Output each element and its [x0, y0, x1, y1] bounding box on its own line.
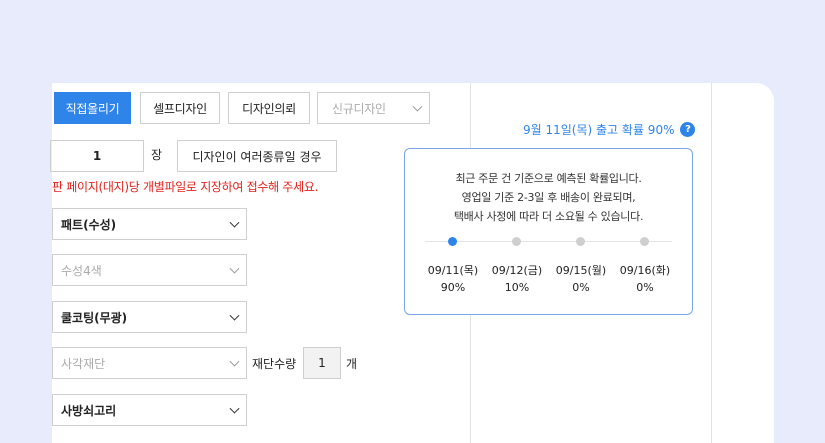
chevron-down-icon [229, 356, 240, 367]
timeline-dot [640, 237, 649, 246]
chevron-down-icon [229, 217, 240, 228]
file-warning: 판 페이지(대지)당 개별파일로 지장하여 접수해 주세요. [52, 180, 319, 194]
chevron-down-icon [229, 310, 240, 321]
timeline-track [425, 241, 672, 242]
timeline-prob: 10% [504, 281, 530, 294]
timeline-date: 09/15(월) [555, 264, 607, 277]
cut-quantity-label: 재단수량 [252, 357, 297, 371]
cutting-value: 사각재단 [61, 356, 106, 371]
divider [711, 83, 712, 443]
tab-design-request[interactable]: 디자인의뢰 [228, 92, 310, 124]
cutting-select[interactable]: 사각재단 [52, 347, 247, 379]
new-design-select[interactable]: 신규디자인 [317, 92, 430, 124]
tab-direct-upload[interactable]: 직접올리기 [54, 92, 131, 124]
timeline-prob: 0% [572, 281, 590, 294]
chevron-down-icon [229, 403, 240, 414]
timeline-date: 09/11(목) [427, 264, 479, 277]
coating-select[interactable]: 쿨코팅(무광) [52, 301, 247, 333]
print-color-value: 수성4색 [61, 263, 102, 278]
material-select[interactable]: 패트(수성) [52, 208, 247, 240]
shipping-text: 9월 11일(목) 출고 확률 90% [523, 123, 675, 137]
grommet-value: 사방쇠고리 [61, 403, 117, 418]
tooltip-line: 영업일 기준 2-3일 후 배송이 완료되며, [461, 191, 636, 204]
quantity-input[interactable]: 1 [50, 140, 144, 172]
multi-design-button[interactable]: 디자인이 여러종류일 경우 [177, 140, 337, 172]
shipping-estimate[interactable]: 9월 11일(목) 출고 확률 90% ? [523, 121, 696, 138]
chevron-down-icon [412, 101, 423, 112]
timeline-dot [576, 237, 585, 246]
cut-quantity-unit: 개 [346, 357, 358, 371]
new-design-label: 신규디자인 [332, 101, 386, 116]
timeline-date: 09/16(화) [619, 264, 671, 277]
timeline-date: 09/12(금) [491, 264, 543, 277]
coating-value: 쿨코팅(무광) [61, 310, 128, 325]
tooltip-line: 최근 주문 건 기준으로 예측된 확률입니다. [455, 172, 642, 185]
chevron-down-icon [229, 263, 240, 274]
shipping-tooltip: 최근 주문 건 기준으로 예측된 확률입니다. 영업일 기준 2-3일 후 배송… [404, 148, 693, 315]
quantity-unit: 장 [151, 148, 163, 162]
timeline-prob: 90% [440, 281, 466, 294]
tooltip-line: 택배사 사정에 따라 더 소요될 수 있습니다. [453, 210, 644, 223]
tab-self-design[interactable]: 셀프디자인 [140, 92, 220, 124]
cut-quantity-input[interactable]: 1 [303, 347, 341, 379]
grommet-select[interactable]: 사방쇠고리 [52, 394, 247, 426]
print-color-select[interactable]: 수성4색 [52, 254, 247, 286]
timeline-dot-active [448, 237, 457, 246]
help-icon[interactable]: ? [680, 122, 696, 137]
timeline-dot [512, 237, 521, 246]
order-card: 직접올리기 셀프디자인 디자인의뢰 신규디자인 1 장 디자인이 여러종류일 경… [50, 83, 774, 443]
timeline-prob: 0% [636, 281, 654, 294]
material-value: 패트(수성) [61, 217, 117, 232]
